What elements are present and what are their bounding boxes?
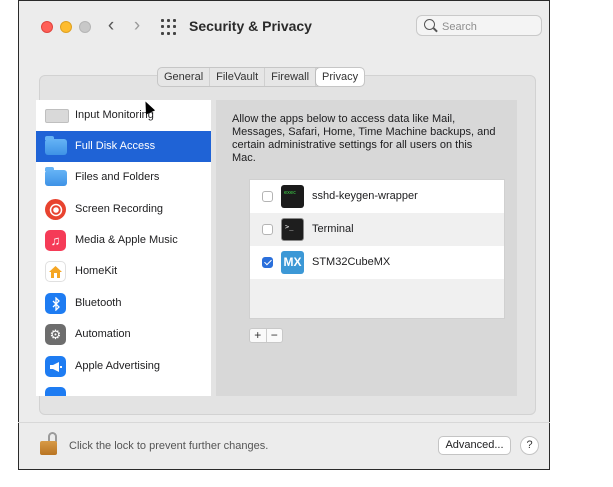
screen-recording-icon — [45, 199, 66, 220]
sidebar-item-label: Full Disk Access — [75, 140, 156, 152]
add-button[interactable]: + — [250, 329, 267, 342]
tab-bar: General FileVault Firewall Privacy — [157, 67, 366, 87]
sidebar-item-bluetooth[interactable]: Bluetooth — [36, 288, 211, 319]
tab-general[interactable]: General — [158, 68, 211, 86]
lock-icon[interactable] — [40, 432, 60, 456]
lock-status-text: Click the lock to prevent further change… — [69, 440, 269, 452]
access-description: Allow the apps below to access data like… — [232, 113, 496, 164]
bluetooth-icon — [45, 293, 66, 314]
minimize-button[interactable] — [60, 21, 72, 33]
folder-icon — [45, 136, 67, 155]
sidebar-item-full-disk-access[interactable]: Full Disk Access — [36, 131, 211, 162]
zoom-button[interactable] — [79, 21, 91, 33]
svg-text:>_: >_ — [285, 223, 294, 231]
footer-divider — [18, 422, 550, 423]
sidebar-item-label: Files and Folders — [75, 171, 160, 183]
list-item-terminal[interactable]: >_ Terminal — [250, 213, 504, 246]
tab-filevault[interactable]: FileVault — [210, 68, 266, 86]
search-input[interactable] — [440, 18, 540, 35]
app-name: STM32CubeMX — [312, 256, 391, 268]
app-checkbox[interactable] — [262, 191, 273, 202]
help-button[interactable]: ? — [520, 436, 539, 455]
app-list[interactable]: exec sshd-keygen-wrapper >_ Terminal MX … — [249, 179, 505, 319]
app-checkbox[interactable] — [262, 224, 273, 235]
sidebar-item-label: Automation — [75, 328, 131, 340]
list-item-stm32cubemx[interactable]: MX STM32CubeMX — [250, 246, 504, 279]
sidebar-item-label: Bluetooth — [75, 297, 122, 309]
folder-icon — [45, 167, 67, 186]
sidebar-item-input-monitoring[interactable]: Input Monitoring — [36, 100, 211, 131]
back-button[interactable]: ‹ — [102, 15, 120, 37]
sidebar-item-label: HomeKit — [75, 265, 118, 277]
remove-button[interactable]: − — [267, 329, 283, 342]
sidebar-item-screen-recording[interactable]: Screen Recording — [36, 194, 211, 225]
sidebar-item-partial[interactable] — [36, 382, 211, 396]
sidebar-item-media-apple-music[interactable]: ♫ Media & Apple Music — [36, 225, 211, 256]
app-name: sshd-keygen-wrapper — [312, 190, 418, 202]
gear-icon: ⚙ — [45, 324, 66, 345]
window-title: Security & Privacy — [189, 18, 312, 34]
mx-icon: MX — [281, 251, 304, 274]
keyboard-icon — [45, 109, 69, 123]
music-icon: ♫ — [45, 230, 66, 251]
sidebar-item-automation[interactable]: ⚙ Automation — [36, 319, 211, 350]
list-empty-row — [250, 279, 504, 318]
sidebar-item-homekit[interactable]: HomeKit — [36, 256, 211, 287]
show-all-grid-icon[interactable] — [161, 19, 177, 35]
chevron-right-icon: › — [133, 15, 141, 36]
search-field[interactable] — [416, 15, 542, 36]
app-checkbox-checked[interactable] — [262, 257, 273, 268]
app-name: Terminal — [312, 223, 354, 235]
svg-text:exec: exec — [284, 190, 296, 196]
exec-icon: exec — [281, 185, 304, 208]
sidebar-item-label: Screen Recording — [75, 203, 164, 215]
tab-firewall[interactable]: Firewall — [265, 68, 317, 86]
sidebar-item-files-and-folders[interactable]: Files and Folders — [36, 162, 211, 193]
forward-button[interactable]: › — [128, 15, 146, 37]
home-icon — [45, 261, 66, 282]
list-item-sshd-keygen-wrapper[interactable]: exec sshd-keygen-wrapper — [250, 180, 504, 213]
tab-privacy[interactable]: Privacy — [316, 68, 365, 86]
terminal-icon: >_ — [281, 218, 304, 241]
privacy-category-list[interactable]: Input Monitoring Full Disk Access Files … — [36, 100, 211, 396]
chevron-left-icon: ‹ — [107, 15, 115, 36]
advanced-button[interactable]: Advanced... — [438, 436, 511, 455]
megaphone-icon — [45, 356, 66, 377]
analytics-icon — [45, 387, 66, 396]
add-remove-control: + − — [249, 328, 283, 343]
sidebar-item-label: Apple Advertising — [75, 360, 160, 372]
toolbar: ‹ › Security & Privacy — [19, 1, 549, 53]
sidebar-item-apple-advertising[interactable]: Apple Advertising — [36, 351, 211, 382]
search-icon — [424, 19, 435, 30]
close-button[interactable] — [41, 21, 53, 33]
sidebar-item-label: Input Monitoring — [75, 109, 154, 121]
sidebar-item-label: Media & Apple Music — [75, 234, 178, 246]
